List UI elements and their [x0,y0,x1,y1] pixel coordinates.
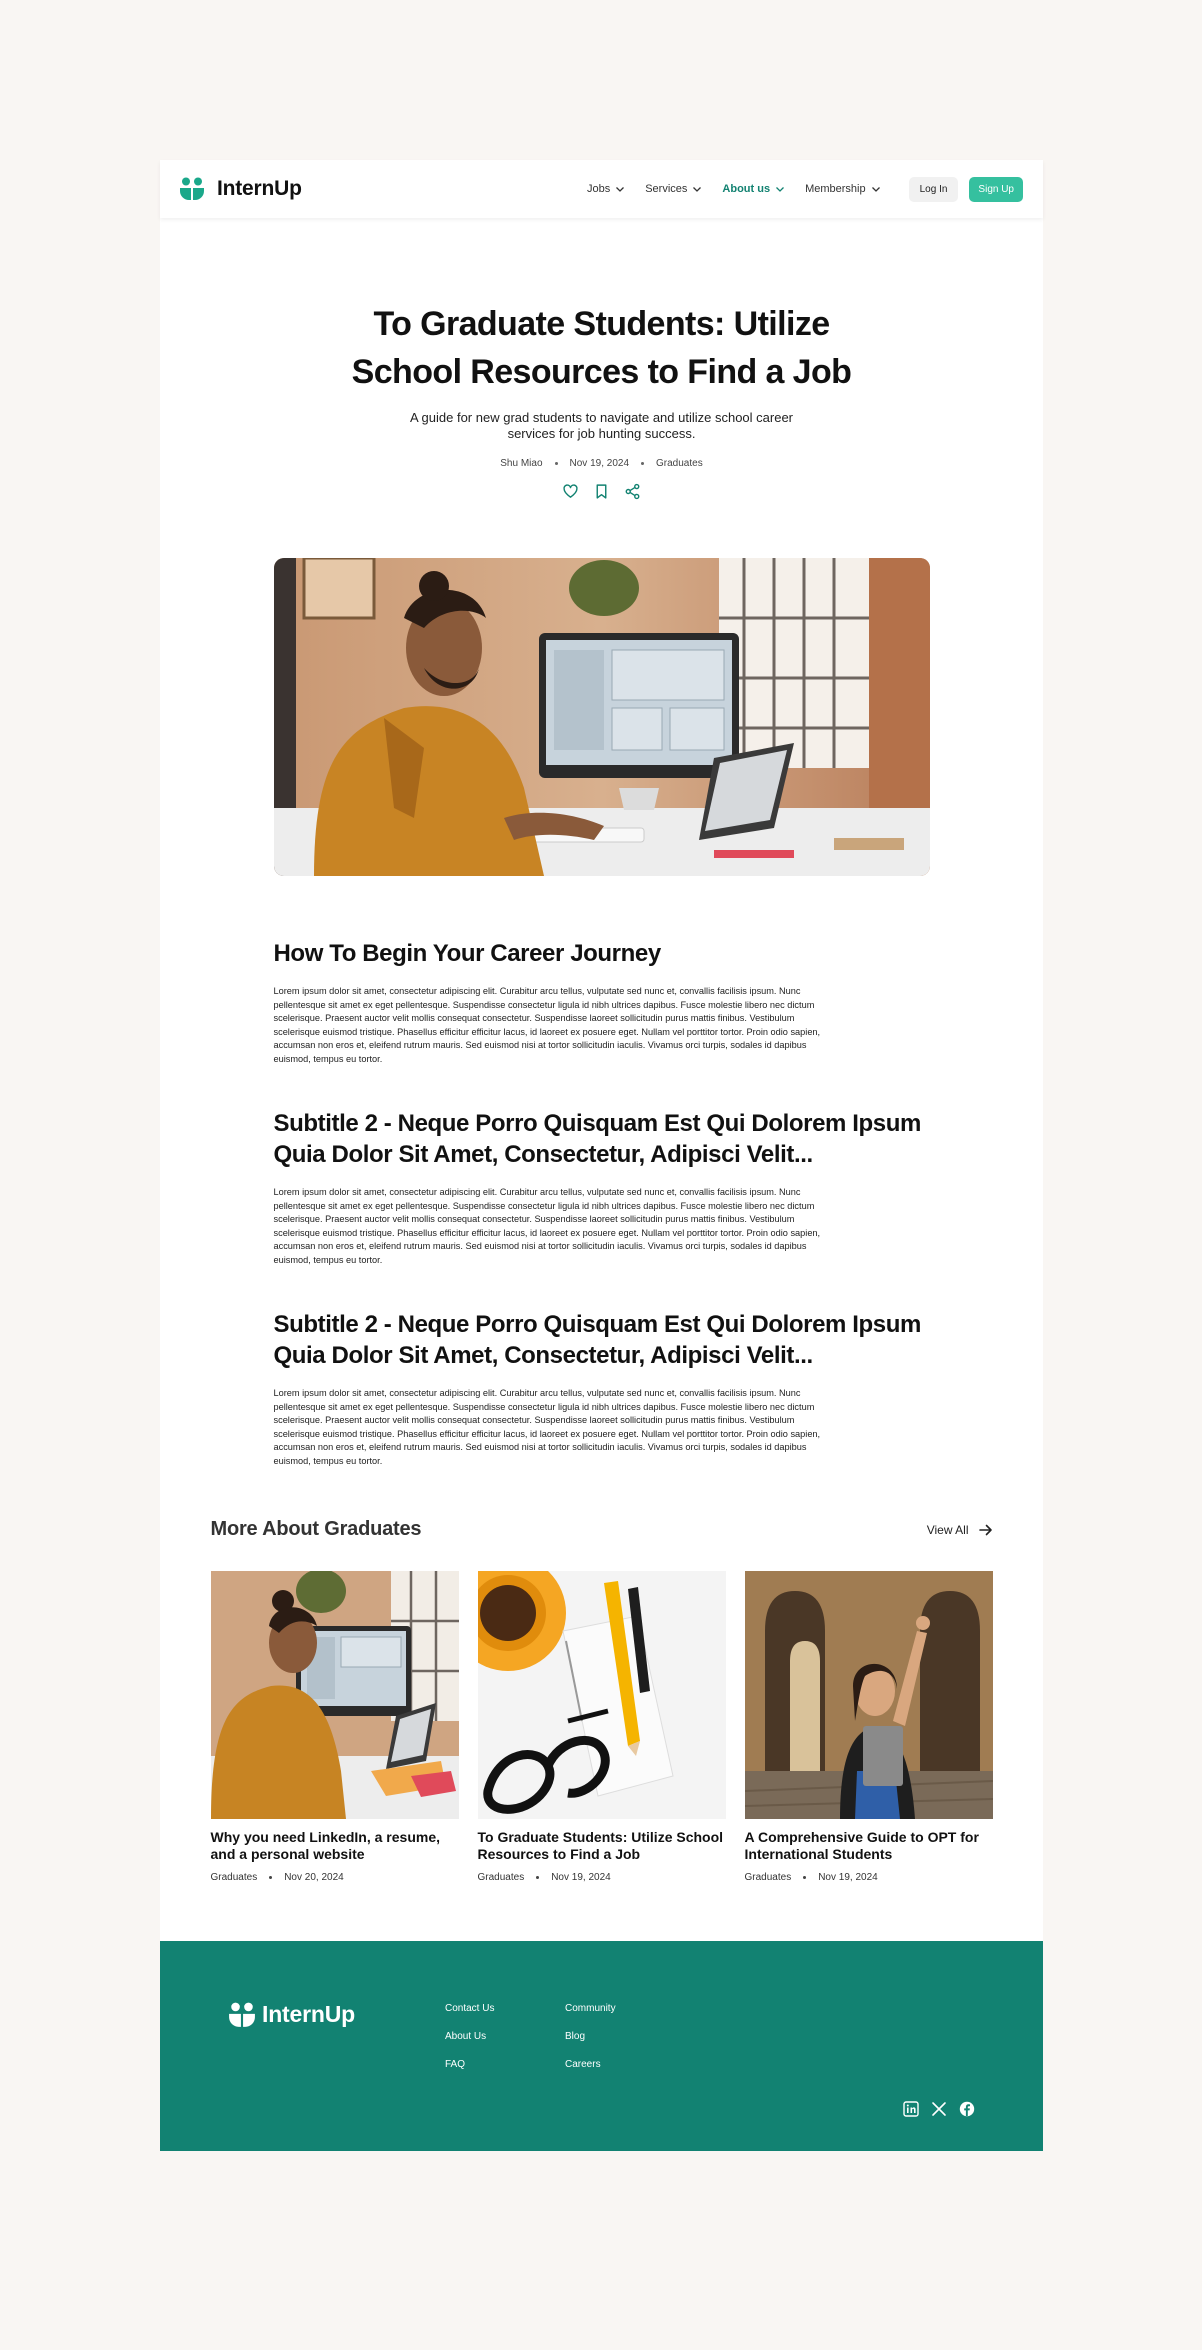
meta-separator [554,462,558,465]
card-image [210,1571,459,1819]
card-date: Nov 20, 2024 [284,1872,344,1883]
section-heading: How To Begin Your Career Journey [273,940,662,967]
heart-icon[interactable] [562,483,579,500]
nav-jobs-label: Jobs [586,183,611,195]
article-card[interactable]: To Graduate Students: Utilize School Res… [477,1571,726,1883]
footer-brand-name: InternUp [262,2001,355,2027]
nav-membership-label: Membership [805,183,866,195]
internup-logo-icon [229,2002,255,2027]
nav-right: Jobs Services About us Membership Log In… [587,176,1023,202]
card-image [477,1571,726,1819]
student-in-hallway-thumbnail [744,1571,993,1819]
related-articles: More About Graduates View All Why you ne… [210,1518,993,1883]
man-at-computer-thumbnail [210,1571,459,1819]
bookmark-icon[interactable] [593,483,610,500]
card-date: Nov 19, 2024 [818,1872,878,1883]
related-header: More About Graduates View All [211,1518,993,1541]
article-hero-image [273,558,930,876]
view-all-link[interactable]: View All [927,1523,993,1537]
man-at-computer-photo [273,558,930,876]
article-hero: To Graduate Students: Utilize School Res… [160,218,1043,500]
share-icon[interactable] [624,483,641,500]
article-actions [160,483,1043,500]
article-meta: Shu Miao Nov 19, 2024 Graduates [160,458,1043,469]
card-category: Graduates [477,1872,525,1883]
login-button[interactable]: Log In [908,176,959,202]
article-section: Subtitle 2 - Neque Porro Quisquam Est Qu… [274,1309,930,1468]
brand-logo[interactable]: InternUp [179,177,302,201]
chevron-down-icon [693,187,702,192]
footer-link-about[interactable]: About Us [445,2031,494,2042]
section-paragraph: Lorem ipsum dolor sit amet, consectetur … [273,1187,821,1265]
card-title: A Comprehensive Guide to OPT for Interna… [744,1829,979,1862]
meta-separator [641,462,645,465]
article-card[interactable]: A Comprehensive Guide to OPT for Interna… [744,1571,993,1883]
meta-separator [269,1876,273,1879]
card-date: Nov 19, 2024 [551,1872,611,1883]
article-section: Subtitle 2 - Neque Porro Quisquam Est Qu… [274,1108,930,1267]
social-links [903,2101,975,2117]
nav-membership[interactable]: Membership [805,183,881,195]
footer-link-blog[interactable]: Blog [565,2031,616,2042]
section-paragraph: Lorem ipsum dolor sit amet, consectetur … [273,1388,821,1466]
card-meta: Graduates Nov 19, 2024 [478,1872,726,1883]
card-image [744,1571,993,1819]
article-section: How To Begin Your Career Journey Lorem i… [274,938,930,1066]
coffee-glasses-notebook-thumbnail [477,1571,726,1819]
footer-link-community[interactable]: Community [565,2003,616,2014]
arrow-right-icon [978,1524,992,1535]
article-subtitle: A guide for new grad students to navigat… [409,410,794,441]
section-paragraph: Lorem ipsum dolor sit amet, consectetur … [273,986,821,1064]
nav-jobs[interactable]: Jobs [587,183,625,195]
card-title: Why you need LinkedIn, a resume, and a p… [210,1829,441,1862]
nav-about-us[interactable]: About us [722,183,785,195]
footer-links-col-2: Community Blog Careers [565,2003,616,2070]
site-footer: InternUp Contact Us About Us FAQ Communi… [160,1941,1043,2151]
article-body: How To Begin Your Career Journey Lorem i… [274,938,930,1468]
linkedin-icon[interactable] [903,2101,919,2117]
card-title: To Graduate Students: Utilize School Res… [477,1829,724,1862]
x-icon[interactable] [931,2101,947,2117]
page-container: InternUp Jobs Services About us Membersh… [160,160,1043,2151]
card-meta: Graduates Nov 20, 2024 [211,1872,459,1883]
article-title: To Graduate Students: Utilize School Res… [351,305,852,391]
card-category: Graduates [210,1872,258,1883]
chevron-down-icon [871,187,880,192]
nav-services[interactable]: Services [645,183,702,195]
category-tag[interactable]: Graduates [656,458,703,469]
main-nav: Jobs Services About us Membership [587,183,881,195]
nav-about-label: About us [722,183,771,195]
footer-links-col-1: Contact Us About Us FAQ [445,2003,494,2070]
signup-button[interactable]: Sign Up [969,176,1023,202]
view-all-label: View All [926,1522,969,1537]
meta-separator [536,1876,540,1879]
author-name[interactable]: Shu Miao [500,458,542,469]
brand-name: InternUp [217,177,302,200]
related-cards: Why you need LinkedIn, a resume, and a p… [210,1571,993,1883]
footer-link-contact[interactable]: Contact Us [445,2003,494,2014]
nav-services-label: Services [645,183,688,195]
chevron-down-icon [616,187,625,192]
footer-link-careers[interactable]: Careers [565,2059,616,2070]
section-heading: Subtitle 2 - Neque Porro Quisquam Est Qu… [273,1110,922,1168]
article-card[interactable]: Why you need LinkedIn, a resume, and a p… [210,1571,459,1883]
chevron-down-icon [776,187,785,192]
footer-link-faq[interactable]: FAQ [445,2059,494,2070]
publish-date: Nov 19, 2024 [569,458,630,469]
internup-logo-icon [180,177,204,200]
meta-separator [803,1876,807,1879]
card-meta: Graduates Nov 19, 2024 [745,1872,993,1883]
footer-brand[interactable]: InternUp [228,2001,355,2028]
facebook-icon[interactable] [959,2101,975,2117]
section-heading: Subtitle 2 - Neque Porro Quisquam Est Qu… [273,1311,922,1369]
top-navbar: InternUp Jobs Services About us Membersh… [160,160,1043,218]
related-heading: More About Graduates [210,1518,422,1540]
card-category: Graduates [744,1872,792,1883]
